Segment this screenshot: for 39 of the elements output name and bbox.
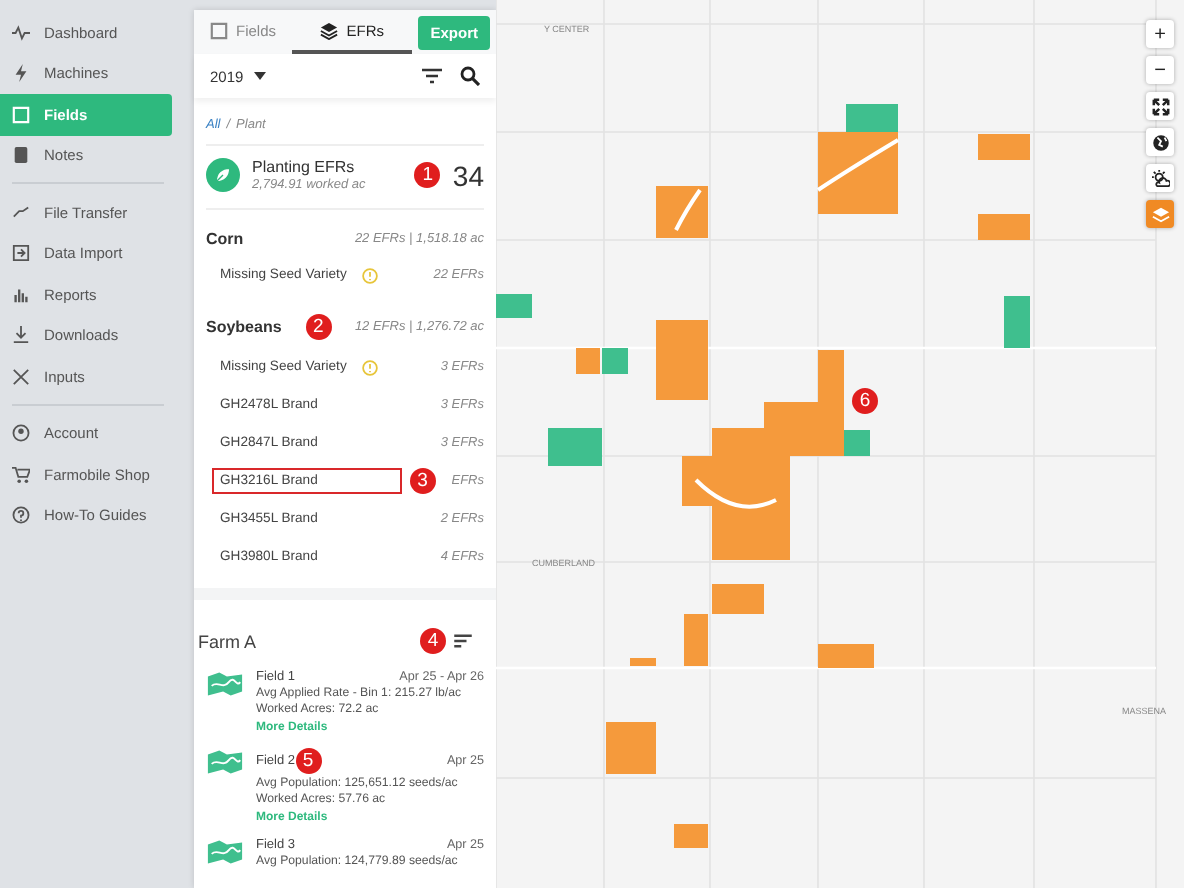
zoom-out-button[interactable]: − bbox=[1146, 56, 1174, 84]
callout-number: 4 bbox=[420, 628, 446, 654]
callout-number: 1 bbox=[414, 162, 441, 188]
filter-icon[interactable] bbox=[422, 66, 442, 86]
crop-name: Corn bbox=[206, 230, 244, 248]
field-shape-icon bbox=[206, 670, 244, 698]
import-icon bbox=[12, 244, 30, 263]
callout-number: 2 bbox=[305, 314, 332, 340]
caret-icon bbox=[253, 72, 266, 80]
warning-icon bbox=[362, 267, 379, 283]
lightning-icon bbox=[12, 64, 30, 83]
callout-number: 3 bbox=[409, 468, 436, 494]
pulse-icon bbox=[12, 23, 30, 42]
search-icon[interactable] bbox=[460, 66, 480, 86]
crop-name: Soybeans bbox=[206, 318, 282, 336]
zoom-in-button[interactable]: + bbox=[1146, 20, 1174, 48]
efr-count: 34 bbox=[452, 159, 484, 191]
field-shape-icon bbox=[206, 748, 244, 776]
fullscreen-button[interactable] bbox=[1146, 92, 1174, 120]
download-icon bbox=[12, 326, 30, 345]
summary-title: Planting EFRs bbox=[252, 158, 357, 176]
field-shape-icon bbox=[206, 838, 244, 866]
layers-icon bbox=[320, 21, 339, 39]
help-icon bbox=[12, 506, 30, 525]
square-frame-icon bbox=[12, 105, 30, 124]
warning-icon bbox=[362, 359, 379, 375]
weather-button[interactable] bbox=[1146, 164, 1174, 192]
bar-chart-icon bbox=[12, 285, 30, 304]
cross-icon bbox=[12, 367, 30, 386]
globe-button[interactable] bbox=[1146, 128, 1174, 156]
square-frame-icon bbox=[210, 21, 228, 39]
account-icon bbox=[12, 424, 30, 443]
callout-number: 5 bbox=[295, 748, 322, 774]
leaf-icon bbox=[206, 158, 240, 192]
sort-icon[interactable] bbox=[454, 634, 472, 648]
transfer-icon bbox=[12, 203, 30, 222]
notepad-icon bbox=[12, 146, 30, 165]
cart-icon bbox=[12, 465, 30, 484]
farm-name: Farm A bbox=[198, 631, 257, 651]
